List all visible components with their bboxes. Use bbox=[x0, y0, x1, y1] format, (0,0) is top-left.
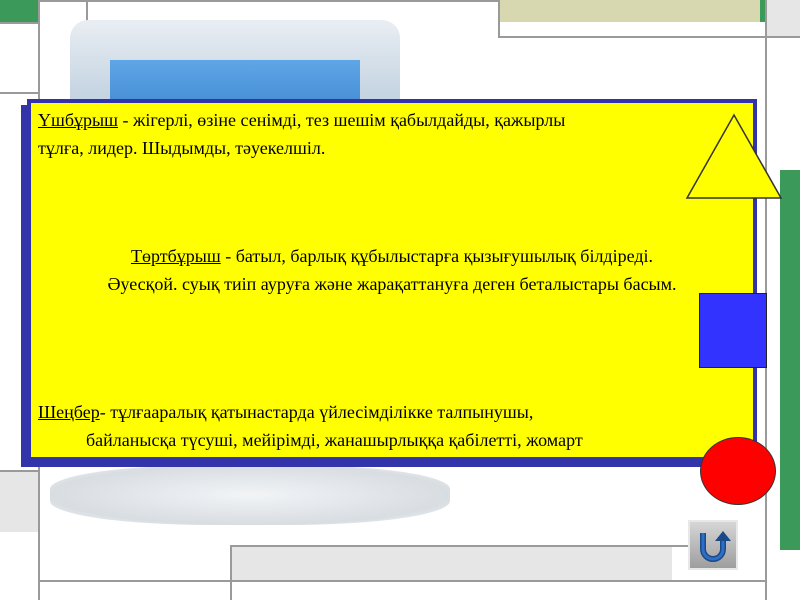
return-button[interactable] bbox=[688, 520, 738, 570]
circle-text-line1: - тұлғааралық қатынастарда үйлесімділікк… bbox=[99, 402, 534, 422]
frame-line bbox=[498, 36, 800, 38]
triangle-text-line1: - жігерлі, өзіне сенімді, тез шешім қабы… bbox=[117, 110, 566, 130]
frame-line bbox=[0, 22, 40, 24]
circle-description: Шеңбер- тұлғааралық қатынастарда үйлесім… bbox=[38, 398, 718, 454]
triangle-term: Үшбұрыш bbox=[38, 110, 118, 130]
gray-block-right bbox=[767, 0, 800, 36]
gray-block-bottom-left bbox=[0, 472, 38, 532]
green-column-right bbox=[780, 170, 800, 550]
frame-line bbox=[0, 92, 40, 94]
circle-shape bbox=[700, 437, 776, 505]
triangle-shape bbox=[685, 113, 783, 199]
frame-line bbox=[498, 0, 500, 38]
square-description: Төртбұрыш - батыл, барлық құбылыстарға қ… bbox=[36, 242, 748, 298]
return-arrow-icon bbox=[700, 531, 731, 562]
triangle-description: Үшбұрыш - жігерлі, өзіне сенімді, тез ше… bbox=[38, 106, 698, 162]
frame-line bbox=[86, 0, 88, 22]
circle-text-line2: байланысқа түсуші, мейірімді, жанашырлық… bbox=[86, 430, 583, 450]
pale-block-top bbox=[500, 0, 760, 22]
circle-term: Шеңбер bbox=[38, 402, 100, 422]
square-term: Төртбұрыш bbox=[130, 246, 221, 266]
square-shape bbox=[699, 293, 767, 368]
frame-line bbox=[40, 580, 765, 582]
green-block-top-left bbox=[0, 0, 40, 22]
square-text-line1: - батыл, барлық құбылыстарға қызығушылық… bbox=[220, 246, 654, 266]
gray-block-bottom bbox=[232, 547, 672, 580]
triangle-text-line2: тұлға, лидер. Шыдымды, тәуекелшіл. bbox=[38, 138, 326, 158]
monitor-base-graphic bbox=[50, 465, 450, 525]
square-text-line2: Әуесқой. суық тиіп ауруға және жарақатта… bbox=[107, 274, 677, 294]
